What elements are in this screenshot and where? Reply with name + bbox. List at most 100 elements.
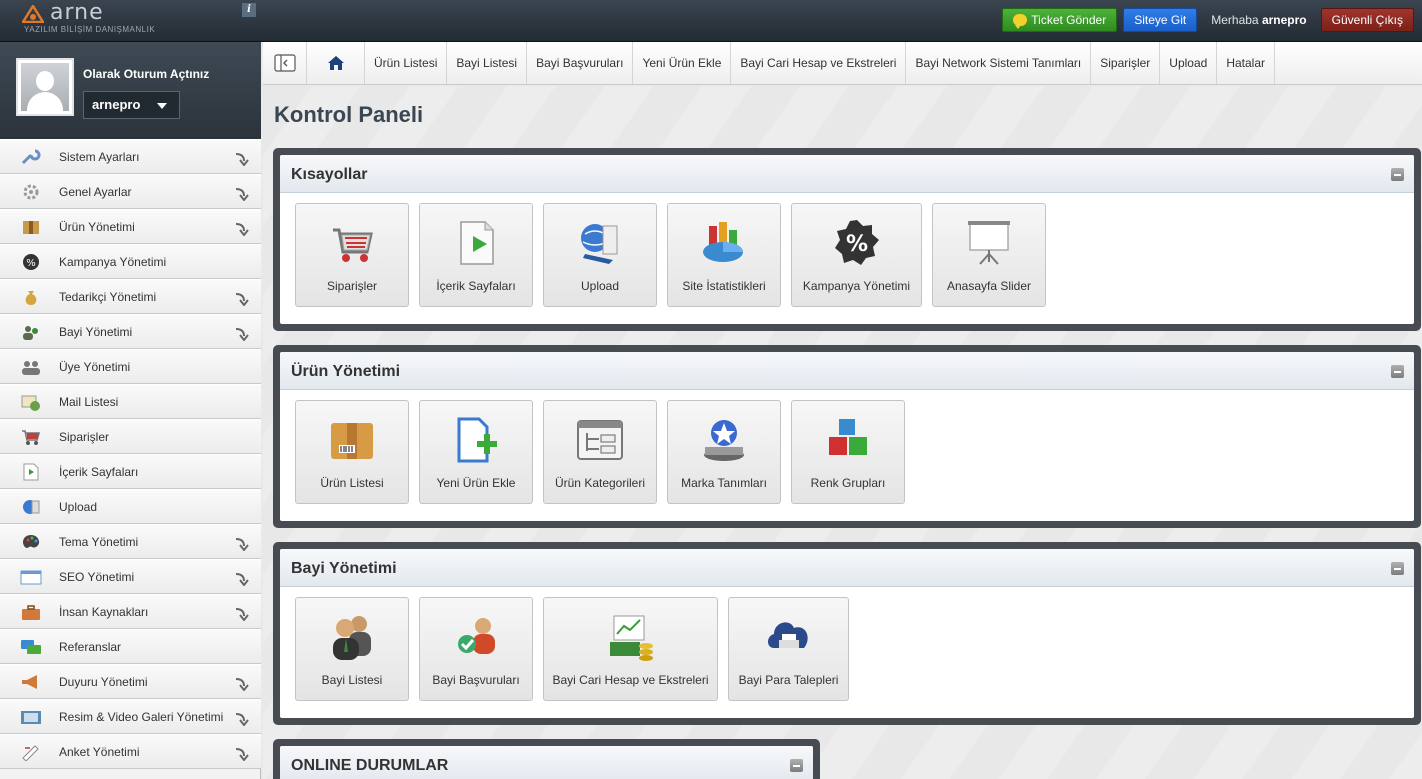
shortcut-tab[interactable]: Upload	[1160, 42, 1218, 84]
expand-arrow-icon[interactable]	[234, 712, 250, 727]
main-content: Kontrol Paneli Kısayollar Siparişler İçe…	[263, 86, 1422, 779]
shortcut-tile[interactable]: Bayi Listesi	[295, 597, 409, 701]
collapse-icon[interactable]	[1391, 562, 1404, 575]
shortcut-tile[interactable]: Yeni Ürün Ekle	[419, 400, 533, 504]
sidebar-menu: Sistem Ayarları Genel Ayarlar Ürün Yönet…	[0, 139, 261, 769]
projector-screen-icon	[964, 218, 1014, 268]
sidebar-item[interactable]: İçerik Sayfaları	[0, 454, 261, 489]
expand-arrow-icon[interactable]	[234, 222, 250, 237]
expand-arrow-icon[interactable]	[234, 292, 250, 307]
panel-title: Ürün Yönetimi	[291, 363, 401, 380]
caret-down-icon	[157, 103, 167, 109]
sidebar-item[interactable]: Resim & Video Galeri Yönetimi	[0, 699, 261, 734]
shortcut-tile[interactable]: İçerik Sayfaları	[419, 203, 533, 307]
sidebar-item[interactable]: Üye Yönetimi	[0, 349, 261, 384]
mail-icon	[20, 393, 42, 411]
shortcut-tile-label: Ürün Kategorileri	[554, 476, 646, 490]
sidebar-item[interactable]: Sistem Ayarları	[0, 139, 261, 174]
shortcut-tile[interactable]: Site İstatistikleri	[667, 203, 781, 307]
shortcut-tile[interactable]: Upload	[543, 203, 657, 307]
dashboard-panel: Ürün Yönetimi Ürün Listesi Yeni Ürün Ekl…	[273, 345, 1421, 528]
expand-arrow-icon[interactable]	[234, 677, 250, 692]
dashboard-panel: Kısayollar Siparişler İçerik Sayfaları U…	[273, 148, 1421, 331]
shortcut-tab[interactable]: Bayi Network Sistemi Tanımları	[906, 42, 1092, 84]
sidebar-item[interactable]: Upload	[0, 489, 261, 524]
login-status: Olarak Oturum Açtınız	[83, 67, 210, 81]
sidebar-item-label: Genel Ayarlar	[59, 185, 132, 199]
page-play-icon	[451, 218, 501, 268]
shortcut-tile[interactable]: Bayi Başvuruları	[419, 597, 533, 701]
sidebar-item[interactable]: Duyuru Yönetimi	[0, 664, 261, 699]
sidebar-item[interactable]: SEO Yönetimi	[0, 559, 261, 594]
shortcut-tile[interactable]: % Kampanya Yönetimi	[791, 203, 922, 307]
logo-subtitle: YAZILIM BİLİŞİM DANIŞMANLIK	[24, 25, 156, 34]
toggle-sidebar-button[interactable]	[263, 42, 307, 84]
logout-button[interactable]: Güvenli Çıkış	[1320, 8, 1414, 32]
sidebar-item-label: Siparişler	[59, 430, 110, 444]
shortcut-tab[interactable]: Yeni Ürün Ekle	[633, 42, 732, 84]
expand-arrow-icon[interactable]	[234, 327, 250, 342]
sidebar-item[interactable]: Genel Ayarlar	[0, 174, 261, 209]
category-tree-icon	[575, 415, 625, 465]
briefcase-icon	[20, 603, 42, 621]
color-cubes-icon	[823, 415, 873, 465]
info-icon[interactable]: i	[242, 3, 256, 17]
collapse-icon[interactable]	[1391, 168, 1404, 181]
expand-arrow-icon[interactable]	[234, 187, 250, 202]
shortcut-tile[interactable]: Ürün Listesi	[295, 400, 409, 504]
svg-text:%: %	[845, 232, 867, 257]
ticket-button[interactable]: Ticket Gönder	[1002, 8, 1118, 32]
survey-icon	[20, 743, 42, 762]
sidebar-item[interactable]: Ürün Yönetimi	[0, 209, 261, 244]
shortcut-tile[interactable]: Siparişler	[295, 203, 409, 307]
expand-arrow-icon[interactable]	[234, 607, 250, 622]
panel-header: Kısayollar	[280, 155, 1414, 193]
shortcut-tile-label: Marka Tanımları	[681, 476, 767, 490]
sidebar-item[interactable]: İnsan Kaynakları	[0, 594, 261, 629]
shortcut-tile[interactable]: Anasayfa Slider	[932, 203, 1046, 307]
shortcut-tile[interactable]: Renk Grupları	[791, 400, 905, 504]
shortcut-tile[interactable]: Ürün Kategorileri	[543, 400, 657, 504]
user-dropdown-label: arnepro	[92, 97, 141, 112]
sidebar-item[interactable]: Mail Listesi	[0, 384, 261, 419]
shortcut-tile[interactable]: Marka Tanımları	[667, 400, 781, 504]
shortcut-tab[interactable]: Ürün Listesi	[365, 42, 448, 84]
sidebar-item[interactable]: Tedarikçi Yönetimi	[0, 279, 261, 314]
browser-icon	[20, 568, 42, 586]
avatar[interactable]	[16, 58, 74, 116]
shortcut-tile-label: Ürün Listesi	[320, 476, 384, 490]
shortcut-tab[interactable]: Bayi Başvuruları	[527, 42, 634, 84]
percent-badge-icon: %	[832, 218, 882, 268]
box-barcode-icon	[327, 415, 377, 465]
cart-icon	[20, 428, 42, 446]
sidebar-item[interactable]: Anket Yönetimi	[0, 734, 261, 769]
shortcut-tab[interactable]: Bayi Listesi	[447, 42, 528, 84]
sidebar-item[interactable]: Referanslar	[0, 629, 261, 664]
expand-arrow-icon[interactable]	[234, 747, 250, 762]
sidebar-item[interactable]: Tema Yönetimi	[0, 524, 261, 559]
visit-site-button[interactable]: Siteye Git	[1123, 8, 1198, 32]
logo[interactable]: arne YAZILIM BİLİŞİM DANIŞMANLIK	[22, 0, 172, 37]
user-dropdown[interactable]: arnepro	[83, 91, 180, 119]
shortcut-tab[interactable]: Siparişler	[1091, 42, 1161, 84]
shortcut-tab[interactable]: Bayi Cari Hesap ve Ekstreleri	[731, 42, 907, 84]
expand-arrow-icon[interactable]	[234, 537, 250, 552]
shortcut-tile-label: Siparişler	[326, 279, 377, 293]
sidebar-item[interactable]: Siparişler	[0, 419, 261, 454]
shortcut-tile[interactable]: Bayi Para Talepleri	[728, 597, 849, 701]
account-cash-icon	[606, 612, 656, 662]
shortcut-tile[interactable]: Bayi Cari Hesap ve Ekstreleri	[543, 597, 718, 701]
panel-header: ONLINE DURUMLAR	[280, 746, 813, 779]
sidebar-item[interactable]: % Kampanya Yönetimi	[0, 244, 261, 279]
home-tab[interactable]	[307, 42, 365, 84]
logo-word: arne	[50, 0, 104, 25]
expand-arrow-icon[interactable]	[234, 572, 250, 587]
shortcut-tile-label: Upload	[580, 279, 620, 293]
dealers-icon	[327, 612, 377, 662]
collapse-icon[interactable]	[790, 759, 803, 772]
top-bar: arne YAZILIM BİLİŞİM DANIŞMANLIK i Ticke…	[0, 0, 1422, 42]
shortcut-tab[interactable]: Hatalar	[1217, 42, 1275, 84]
sidebar-item[interactable]: Bayi Yönetimi	[0, 314, 261, 349]
collapse-icon[interactable]	[1391, 365, 1404, 378]
expand-arrow-icon[interactable]	[234, 152, 250, 167]
